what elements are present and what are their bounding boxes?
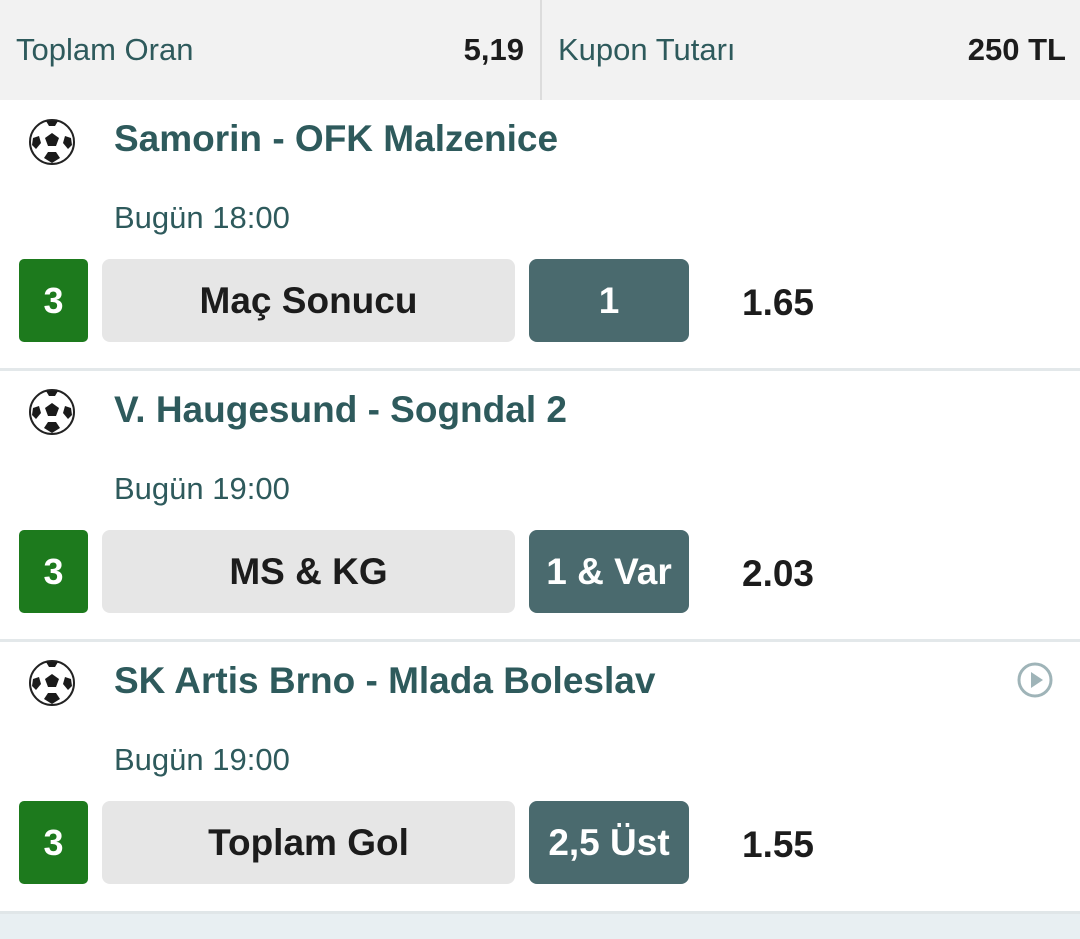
total-odds-label: Toplam Oran	[16, 32, 194, 67]
total-odds-cell: Toplam Oran 5,19	[0, 0, 540, 100]
match-row[interactable]: V. Haugesund - Sogndal 2 Bugün 19:00 3 M…	[0, 371, 1080, 642]
match-title: V. Haugesund - Sogndal 2	[114, 389, 567, 430]
total-odds-value: 5,19	[463, 32, 524, 67]
match-title: Samorin - OFK Malzenice	[114, 118, 559, 159]
pick-button[interactable]: 1 & Var	[529, 530, 689, 613]
match-time: Bugün 18:00	[114, 200, 290, 235]
mbs-badge: 3	[19, 530, 88, 613]
mbs-badge: 3	[19, 259, 88, 342]
match-row[interactable]: SK Artis Brno - Mlada Boleslav Bugün 19:…	[0, 642, 1080, 913]
odds-value: 1.55	[742, 824, 815, 865]
coupon-amount-cell: Kupon Tutarı 250 TL	[540, 0, 1080, 100]
play-circle-icon[interactable]	[1016, 661, 1054, 699]
bottom-panel-edge	[0, 911, 1080, 939]
soccer-ball-icon	[29, 660, 75, 706]
market-name: Maç Sonucu	[102, 259, 515, 342]
soccer-ball-icon	[29, 389, 75, 435]
match-time: Bugün 19:00	[114, 471, 290, 506]
mbs-badge: 3	[19, 801, 88, 884]
market-name: Toplam Gol	[102, 801, 515, 884]
pick-button[interactable]: 2,5 Üst	[529, 801, 689, 884]
match-title: SK Artis Brno - Mlada Boleslav	[114, 660, 656, 701]
odds-value: 2.03	[742, 553, 815, 594]
coupon-summary-bar: Toplam Oran 5,19 Kupon Tutarı 250 TL	[0, 0, 1080, 100]
pick-button[interactable]: 1	[529, 259, 689, 342]
soccer-ball-icon	[29, 119, 75, 165]
match-row[interactable]: Samorin - OFK Malzenice Bugün 18:00 3 Ma…	[0, 100, 1080, 371]
odds-value: 1.65	[742, 282, 815, 323]
coupon-amount-value: 250 TL	[967, 32, 1066, 67]
match-time: Bugün 19:00	[114, 742, 290, 777]
market-name: MS & KG	[102, 530, 515, 613]
coupon-amount-label: Kupon Tutarı	[558, 32, 736, 67]
